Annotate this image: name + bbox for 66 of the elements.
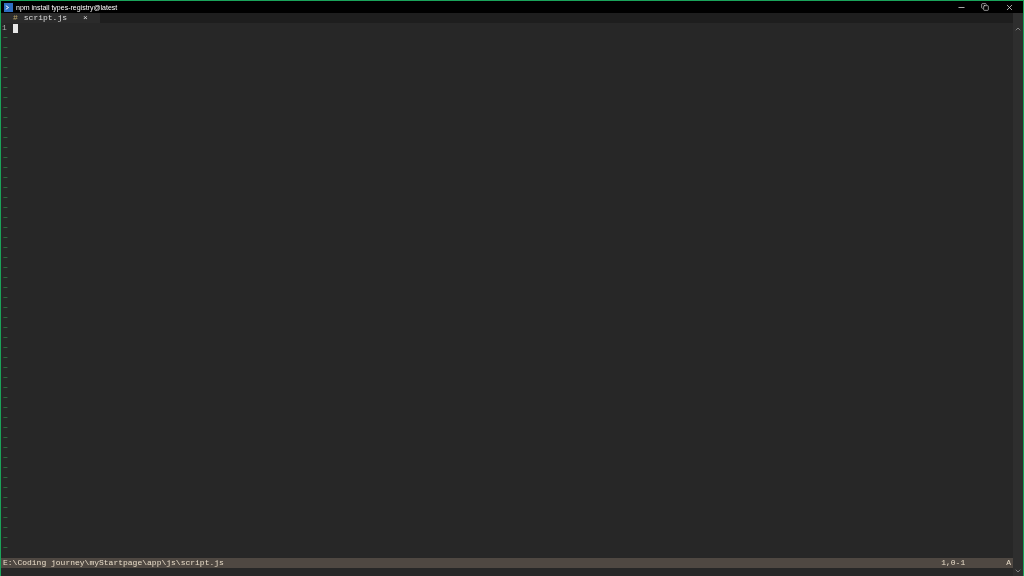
empty-line-marker: ~ — [2, 213, 8, 223]
empty-line-marker: ~ — [2, 43, 8, 53]
empty-line-marker: ~ — [2, 383, 8, 393]
empty-line-marker: ~ — [2, 473, 8, 483]
empty-line-marker: ~ — [2, 203, 8, 213]
file-path: E:\Coding journey\myStartpage\app\js\script.js — [2, 558, 224, 568]
empty-line-marker: ~ — [2, 233, 8, 243]
empty-line-marker: ~ — [2, 323, 8, 333]
empty-line-marker: ~ — [2, 183, 8, 193]
scrollbar[interactable] — [1013, 13, 1023, 576]
empty-line-marker: ~ — [2, 343, 8, 353]
empty-line-marker: ~ — [2, 413, 8, 423]
empty-line-marker: ~ — [2, 83, 8, 93]
empty-line-marker: ~ — [2, 273, 8, 283]
empty-line-marker: ~ — [2, 253, 8, 263]
empty-line-marker: ~ — [2, 153, 8, 163]
modified-mark: # — [13, 13, 18, 23]
empty-line-marker: ~ — [2, 423, 8, 433]
empty-line-marker: ~ — [2, 303, 8, 313]
empty-line-marker: ~ — [2, 133, 8, 143]
empty-line-marker: ~ — [2, 393, 8, 403]
empty-line-marker: ~ — [2, 363, 8, 373]
empty-line-marker: ~ — [2, 103, 8, 113]
empty-line-marker: ~ — [2, 403, 8, 413]
empty-line-marker: ~ — [2, 263, 8, 273]
empty-line-marker: ~ — [2, 333, 8, 343]
empty-line-marker: ~ — [2, 93, 8, 103]
empty-line-marker: ~ — [2, 523, 8, 533]
buffer-tab[interactable]: # script.js × — [1, 13, 100, 23]
empty-line-marker: ~ — [2, 513, 8, 523]
empty-line-marker: ~ — [2, 63, 8, 73]
empty-line-marker: ~ — [2, 293, 8, 303]
empty-line-marker: ~ — [2, 543, 8, 553]
empty-line-marker: ~ — [2, 33, 8, 43]
empty-line-marker: ~ — [2, 433, 8, 443]
scroll-position: A — [1006, 558, 1011, 568]
empty-line-marker: ~ — [2, 453, 8, 463]
empty-line-marker: ~ — [2, 243, 8, 253]
cursor-position: 1,0-1 — [941, 558, 966, 568]
empty-line-marker: ~ — [2, 283, 8, 293]
empty-line-marker: ~ — [2, 463, 8, 473]
empty-line-marker: ~ — [2, 533, 8, 543]
terminal-icon — [4, 2, 13, 12]
empty-line-marker: ~ — [2, 493, 8, 503]
empty-line-marker: ~ — [2, 193, 8, 203]
tab-label: script.js — [23, 13, 68, 23]
empty-line-marker: ~ — [2, 223, 8, 233]
empty-line-marker: ~ — [2, 163, 8, 173]
line-number: 1 — [1, 23, 8, 33]
empty-line-marker: ~ — [2, 313, 8, 323]
empty-line-marker: ~ — [2, 373, 8, 383]
empty-line-marker: ~ — [2, 353, 8, 363]
scroll-up-icon[interactable] — [1014, 25, 1022, 33]
close-icon — [1004, 2, 1014, 12]
empty-line-marker: ~ — [2, 113, 8, 123]
empty-line-marker: ~ — [2, 173, 8, 183]
empty-line-marker: ~ — [2, 73, 8, 83]
empty-line-marker: ~ — [2, 143, 8, 153]
empty-line-marker: ~ — [2, 123, 8, 133]
empty-line-marker: ~ — [2, 503, 8, 513]
restore-icon — [981, 3, 989, 11]
empty-line-marker: ~ — [2, 483, 8, 493]
scroll-down-icon[interactable] — [1014, 567, 1022, 575]
empty-line-marker: ~ — [2, 443, 8, 453]
tab-close[interactable]: × — [83, 13, 88, 23]
empty-line-marker: ~ — [2, 53, 8, 63]
